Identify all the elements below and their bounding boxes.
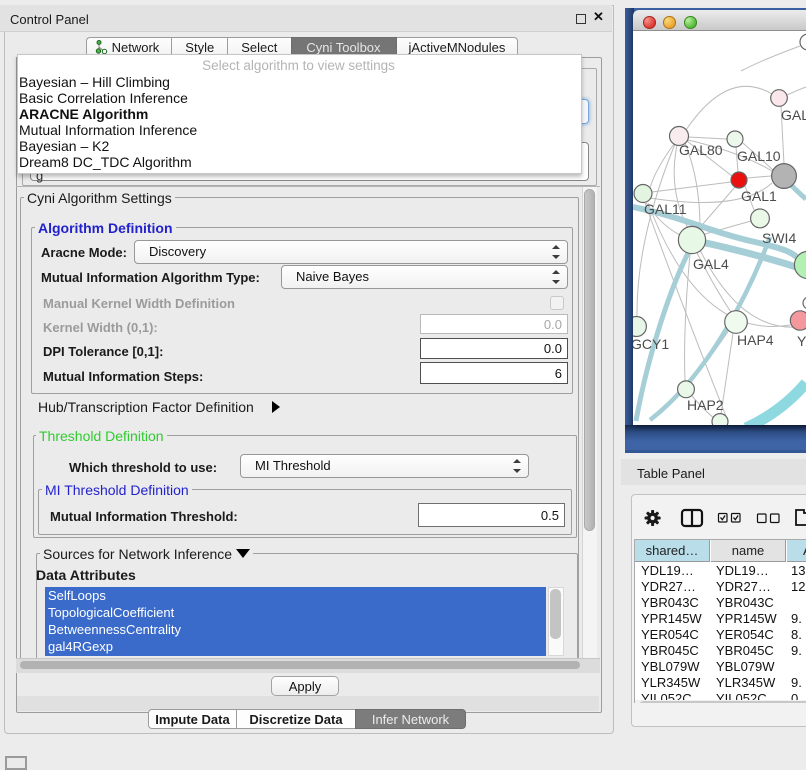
svg-text:GAL1: GAL1 [741, 188, 777, 204]
svg-text:HAP2: HAP2 [687, 397, 724, 413]
svg-text:GAL11: GAL11 [644, 201, 687, 217]
svg-text:HAP4: HAP4 [737, 332, 774, 348]
svg-text:GCY1: GCY1 [633, 336, 669, 352]
svg-text:YM: YM [797, 333, 806, 349]
svg-text:SWI4: SWI4 [762, 230, 796, 246]
svg-text:GAL10: GAL10 [737, 148, 781, 164]
svg-text:GAL4: GAL4 [693, 256, 729, 272]
svg-text:GAL7: GAL7 [781, 107, 806, 123]
svg-text:GAL80: GAL80 [679, 142, 723, 158]
